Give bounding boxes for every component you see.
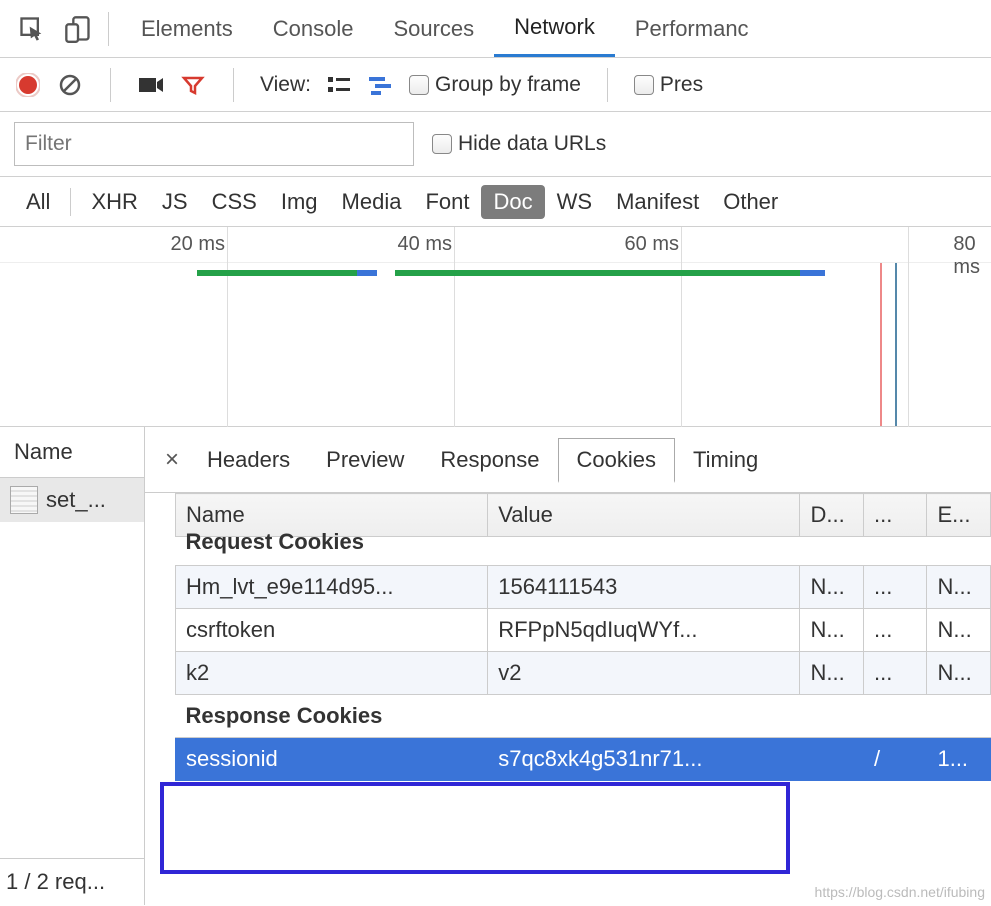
cell-p: ...	[863, 609, 927, 652]
cell-value: 1564111543	[488, 566, 800, 609]
ptab-cookies[interactable]: Cookies	[558, 438, 675, 483]
timeline-bar	[357, 270, 377, 276]
type-ws[interactable]: WS	[545, 185, 604, 219]
type-font[interactable]: Font	[413, 185, 481, 219]
checkbox-icon[interactable]	[409, 75, 429, 95]
type-all[interactable]: All	[14, 185, 62, 219]
view-list-icon[interactable]	[325, 71, 353, 99]
type-css[interactable]: CSS	[200, 185, 269, 219]
checkbox-icon[interactable]	[634, 75, 654, 95]
request-name: set_...	[46, 487, 106, 513]
tab-elements[interactable]: Elements	[121, 0, 253, 57]
cell-d: N...	[800, 652, 864, 695]
ptab-headers[interactable]: Headers	[189, 439, 308, 481]
view-label: View:	[260, 73, 311, 97]
cell-e: 1...	[927, 738, 991, 781]
tick-label: 60 ms	[625, 233, 679, 256]
tick-label: 40 ms	[398, 233, 452, 256]
cell-p: ...	[863, 566, 927, 609]
ptab-response[interactable]: Response	[422, 439, 557, 481]
cookies-table: Name Value D... ... E... Request Cookies…	[175, 493, 991, 781]
request-row[interactable]: set_...	[0, 478, 144, 522]
view-waterfall-icon[interactable]	[367, 71, 395, 99]
tab-console[interactable]: Console	[253, 0, 374, 57]
cell-value: s7qc8xk4g531nr71...	[488, 738, 800, 781]
separator	[110, 68, 111, 102]
separator	[70, 188, 71, 216]
separator	[108, 12, 109, 46]
timeline-bar	[197, 270, 357, 276]
table-row[interactable]: k2 v2 N... ... N...	[176, 652, 991, 695]
timeline-bar	[800, 270, 825, 276]
detail-pane: × Headers Preview Response Cookies Timin…	[145, 427, 991, 905]
document-icon	[10, 486, 38, 514]
request-cookies-section: Request Cookies	[176, 537, 991, 566]
group-by-frame-toggle[interactable]: Group by frame	[409, 73, 581, 97]
network-toolbar: View: Group by frame Pres	[0, 58, 991, 112]
type-media[interactable]: Media	[330, 185, 414, 219]
preserve-label: Pres	[660, 73, 703, 96]
record-icon[interactable]	[14, 71, 42, 99]
filter-input[interactable]	[14, 122, 414, 166]
response-cookies-section: Response Cookies	[176, 695, 991, 738]
timeline-overview[interactable]: 20 ms 40 ms 60 ms 80 ms	[0, 227, 991, 427]
type-xhr[interactable]: XHR	[79, 185, 149, 219]
type-other[interactable]: Other	[711, 185, 790, 219]
name-column-header[interactable]: Name	[0, 427, 144, 478]
cell-name: sessionid	[176, 738, 488, 781]
type-doc[interactable]: Doc	[481, 185, 544, 219]
cell-d: N...	[800, 609, 864, 652]
ptab-preview[interactable]: Preview	[308, 439, 422, 481]
cell-d: N...	[800, 566, 864, 609]
filter-icon[interactable]	[179, 71, 207, 99]
group-by-frame-label: Group by frame	[435, 73, 581, 96]
camera-icon[interactable]	[137, 71, 165, 99]
cell-e: N...	[927, 566, 991, 609]
cell-value: RFPpN5qdIuqWYf...	[488, 609, 800, 652]
hide-data-urls-toggle[interactable]: Hide data URLs	[432, 132, 606, 156]
table-row[interactable]: Hm_lvt_e9e114d95... 1564111543 N... ... …	[176, 566, 991, 609]
cell-name: k2	[176, 652, 488, 695]
table-row[interactable]: csrftoken RFPpN5qdIuqWYf... N... ... N..…	[176, 609, 991, 652]
type-manifest[interactable]: Manifest	[604, 185, 711, 219]
preserve-log-toggle[interactable]: Pres	[634, 73, 703, 97]
type-js[interactable]: JS	[150, 185, 200, 219]
filter-row: Hide data URLs	[0, 112, 991, 177]
cell-p: /	[863, 738, 927, 781]
tick-label: 20 ms	[171, 233, 225, 256]
cell-value: v2	[488, 652, 800, 695]
request-summary: 1 / 2 req...	[0, 858, 144, 905]
checkbox-icon[interactable]	[432, 134, 452, 154]
cell-p: ...	[863, 652, 927, 695]
timeline-bar	[395, 270, 800, 276]
hide-data-urls-label: Hide data URLs	[458, 132, 606, 155]
cell-d	[800, 738, 864, 781]
detail-tabs: × Headers Preview Response Cookies Timin…	[145, 427, 991, 493]
close-details-icon[interactable]: ×	[155, 446, 189, 474]
tab-sources[interactable]: Sources	[373, 0, 494, 57]
tab-performance[interactable]: Performanc	[615, 0, 769, 57]
clear-icon[interactable]	[56, 71, 84, 99]
inspect-icon[interactable]	[14, 11, 50, 47]
separator	[607, 68, 608, 102]
table-row-selected[interactable]: sessionid s7qc8xk4g531nr71... / 1...	[176, 738, 991, 781]
load-event-line	[880, 263, 882, 426]
cell-name: csrftoken	[176, 609, 488, 652]
cell-name: Hm_lvt_e9e114d95...	[176, 566, 488, 609]
ptab-timing[interactable]: Timing	[675, 439, 776, 481]
separator	[233, 68, 234, 102]
domcontent-line	[895, 263, 897, 426]
cell-e: N...	[927, 652, 991, 695]
cell-e: N...	[927, 609, 991, 652]
watermark: https://blog.csdn.net/ifubing	[815, 884, 985, 900]
tab-network[interactable]: Network	[494, 0, 615, 57]
device-toggle-icon[interactable]	[60, 11, 96, 47]
type-img[interactable]: Img	[269, 185, 330, 219]
resource-type-filter: All XHR JS CSS Img Media Font Doc WS Man…	[0, 177, 991, 227]
devtools-tabbar: Elements Console Sources Network Perform…	[0, 0, 991, 58]
request-list-pane: Name set_... 1 / 2 req...	[0, 427, 145, 905]
